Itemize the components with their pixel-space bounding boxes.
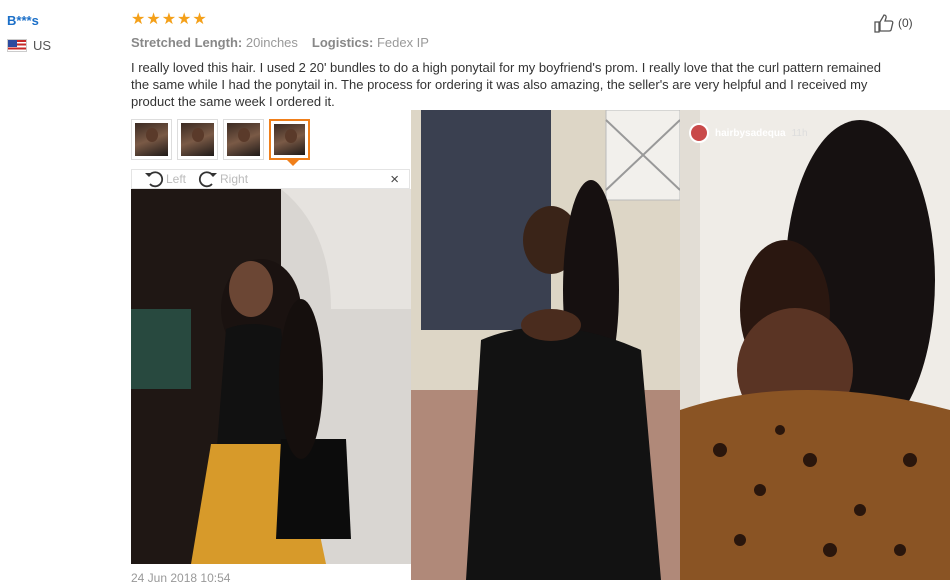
thumbnail[interactable] — [177, 119, 218, 160]
helpful-count: (0) — [898, 16, 913, 30]
country-label: US — [33, 38, 52, 53]
rotate-right-button[interactable]: Right — [198, 170, 248, 188]
length-value: 20inches — [245, 35, 298, 50]
star-icon: ★ — [192, 11, 207, 28]
close-viewer-button[interactable]: × — [390, 171, 399, 188]
instagram-time: 11h — [791, 127, 808, 139]
reviewer-country: US — [7, 38, 51, 53]
review-photo-3 — [680, 110, 950, 580]
instagram-header: hairbysadequa 11h — [689, 123, 808, 143]
thumbs-up-icon — [874, 14, 894, 33]
helpful-button[interactable]: (0) — [873, 13, 913, 33]
star-icon: ★ — [177, 11, 192, 28]
thumbnail-strip — [131, 119, 310, 160]
thumbnail[interactable] — [223, 119, 264, 160]
rotate-left-button[interactable]: Left — [144, 170, 186, 188]
star-icon: ★ — [131, 11, 146, 28]
selected-caret — [287, 160, 299, 166]
review-date: 24 Jun 2018 10:54 — [131, 571, 231, 585]
star-icon: ★ — [146, 11, 161, 28]
rotate-left-icon — [145, 171, 164, 188]
instagram-avatar — [689, 123, 709, 143]
reviewer-name: B***s — [7, 13, 39, 28]
instagram-handle: hairbysadequa — [715, 127, 786, 139]
star-rating: ★ ★ ★ ★ ★ — [131, 11, 207, 29]
rotate-right-icon — [198, 171, 218, 188]
rotate-left-label: Left — [166, 172, 187, 186]
rotate-right-label: Right — [220, 172, 249, 186]
image-viewer-toolbar: Left Right × — [131, 169, 410, 189]
review-text: I really loved this hair. I used 2 20' b… — [131, 60, 881, 109]
us-flag-icon — [7, 39, 27, 52]
review-photo-2 — [411, 110, 680, 580]
order-meta: Stretched Length: 20inches Logistics: Fe… — [131, 35, 429, 50]
review-photo-large — [131, 189, 411, 564]
thumbnail[interactable] — [131, 119, 172, 160]
length-label: Stretched Length: — [131, 35, 243, 50]
star-icon: ★ — [161, 11, 177, 28]
logistics-label: Logistics: — [311, 35, 374, 50]
logistics-value: Fedex IP — [376, 35, 429, 50]
thumbnail-selected[interactable] — [269, 119, 310, 160]
